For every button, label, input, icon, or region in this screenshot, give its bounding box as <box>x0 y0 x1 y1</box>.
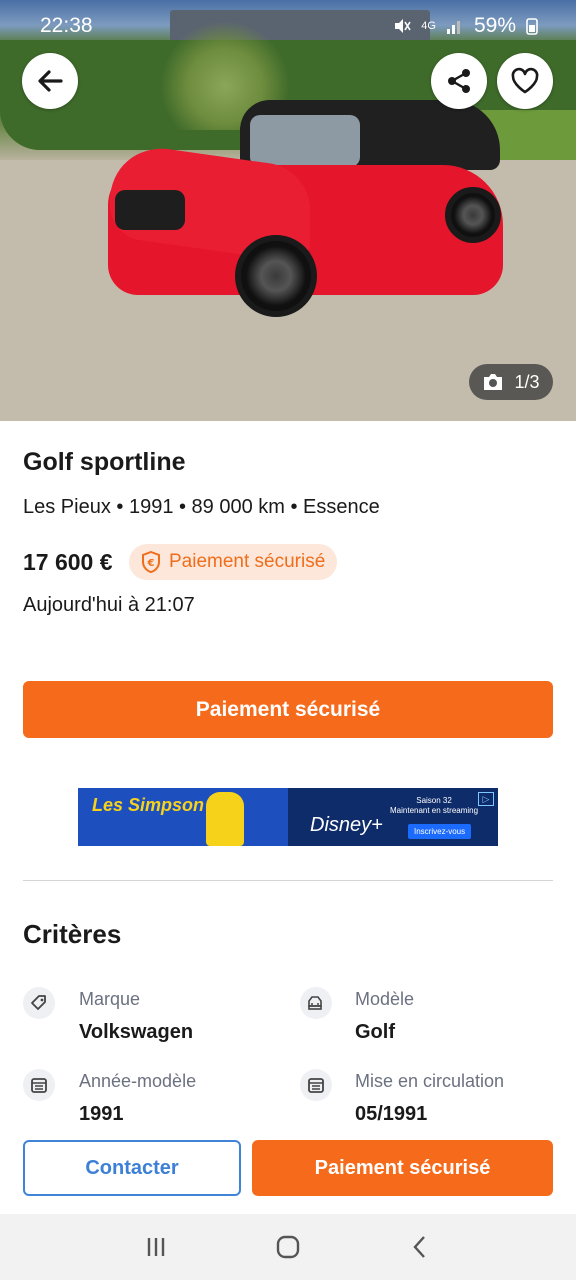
home-icon <box>276 1235 300 1259</box>
secure-payment-badge: € Paiement sécurisé <box>129 544 338 580</box>
euro-shield-icon: € <box>142 551 160 573</box>
favorite-button[interactable] <box>497 53 553 109</box>
chevron-left-icon <box>413 1236 425 1258</box>
criteria-label-modele: Modèle <box>355 989 415 1009</box>
pay-button[interactable]: Paiement sécurisé <box>252 1140 553 1196</box>
photo-counter-text: 1/3 <box>514 371 540 392</box>
recent-apps-icon <box>147 1238 165 1256</box>
battery-icon <box>526 18 538 35</box>
signal-icon <box>446 21 460 34</box>
ad-cta-button[interactable]: Inscrivez-vous <box>408 824 472 839</box>
criteria-title: Critères <box>23 919 122 949</box>
camera-icon <box>484 374 503 390</box>
car-grille <box>115 190 185 230</box>
ad-season: Saison 32 Maintenant en streaming <box>390 796 478 816</box>
car-wheel <box>235 235 317 317</box>
criteria-value-circulation: 05/1991 <box>355 1103 428 1125</box>
svg-text:€: € <box>147 558 155 569</box>
contact-button[interactable]: Contacter <box>23 1140 241 1196</box>
criteria-label-circulation: Mise en circulation <box>355 1071 505 1091</box>
calendar-icon <box>300 1069 332 1101</box>
car-icon <box>300 987 332 1019</box>
network-label: 4G <box>421 20 436 32</box>
listing-subtitle: Les Pieux • 1991 • 89 000 km • Essence <box>23 496 380 518</box>
criteria-value-modele: Golf <box>355 1021 395 1043</box>
ad-brand-right: Disney+ <box>310 814 383 836</box>
criteria-label-annee: Année-modèle <box>79 1071 197 1091</box>
status-icons: 4G 59% <box>393 14 538 38</box>
mute-icon <box>395 19 411 33</box>
share-button[interactable] <box>431 53 487 109</box>
status-time: 22:38 <box>40 14 93 37</box>
secure-badge-label: Paiement sécurisé <box>169 551 326 572</box>
ad-info-icon[interactable]: ▷ <box>478 792 494 806</box>
car-wheel <box>445 187 501 243</box>
home-button[interactable] <box>268 1227 308 1267</box>
ad-season-title: Saison 32 <box>416 796 452 805</box>
photo-counter[interactable]: 1/3 <box>469 364 553 400</box>
calendar-icon <box>23 1069 55 1101</box>
ad-banner[interactable]: Les Simpson Disney+ Saison 32 Maintenant… <box>78 788 498 846</box>
listing-photo[interactable] <box>0 0 576 421</box>
criteria-label-marque: Marque <box>79 989 141 1009</box>
status-bar: 22:38 4G 59% <box>0 0 576 52</box>
car-photo <box>100 95 510 320</box>
recent-apps-button[interactable] <box>136 1227 176 1267</box>
criteria-value-marque: Volkswagen <box>79 1021 194 1043</box>
section-divider <box>23 880 553 881</box>
criteria-value-annee: 1991 <box>79 1103 124 1125</box>
listing-price: 17 600 € <box>23 549 113 575</box>
back-button[interactable] <box>22 53 78 109</box>
tag-icon <box>23 987 55 1019</box>
ad-brand-left: Les Simpson <box>92 795 205 815</box>
listing-date: Aujourd'hui à 21:07 <box>23 594 195 616</box>
arrow-left-icon <box>38 70 63 92</box>
system-back-button[interactable] <box>400 1227 440 1267</box>
battery-percent: 59% <box>473 14 516 37</box>
ad-season-sub: Maintenant en streaming <box>390 806 479 815</box>
secure-payment-button[interactable]: Paiement sécurisé <box>23 681 553 738</box>
car-window <box>250 115 360 167</box>
share-icon <box>448 69 470 93</box>
system-nav-bar <box>0 1214 576 1280</box>
listing-title: Golf sportline <box>23 448 186 476</box>
heart-icon <box>511 67 539 94</box>
ad-character-image <box>206 792 244 846</box>
